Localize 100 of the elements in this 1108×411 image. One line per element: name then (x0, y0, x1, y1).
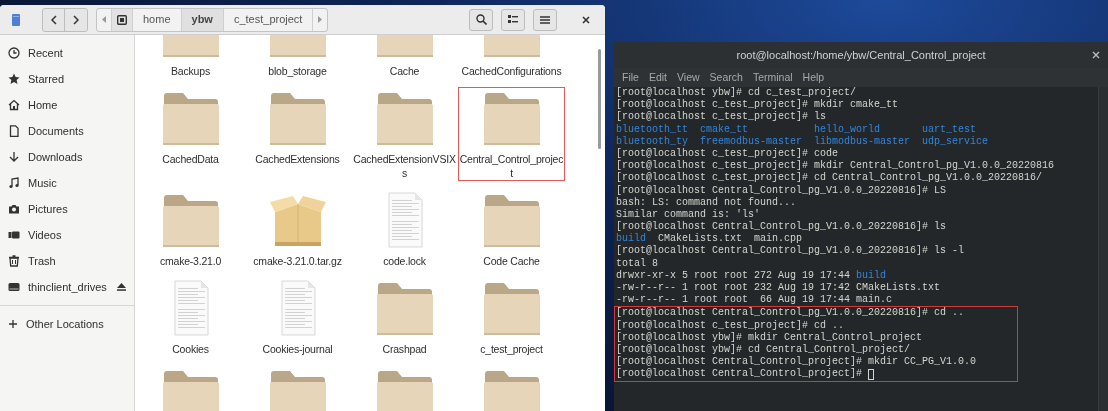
terminal-line: drwxr-xr-x 5 root root 272 Aug 19 17:44 build (616, 269, 888, 282)
menu-item[interactable]: File (617, 69, 644, 86)
caret-left-icon (102, 16, 106, 23)
sidebar-item[interactable]: Other Locations (0, 311, 104, 337)
menu-item[interactable]: Search (704, 69, 748, 86)
terminal-line: [root@localhost Central_Control_project]# mkdir CC_PG_V1.0.0 (616, 356, 978, 368)
view-toggle-button[interactable] (501, 8, 525, 31)
folder-icon (268, 368, 327, 411)
sidebar-item[interactable]: Downloads (0, 144, 134, 170)
terminal-line: bluetooth_tt cmake_tt hello_world uart_test (616, 123, 978, 136)
folder-item[interactable]: blob_storage (244, 35, 351, 79)
terminal-line: [root@localhost Central_Control_pg_V1.0.0_20220816]# ls (616, 221, 948, 233)
folder-icon (268, 90, 327, 146)
document-item[interactable]: code.lock (351, 189, 458, 269)
terminal-line: [root@localhost c_test_project]# code (616, 147, 840, 160)
folder-icon (482, 90, 541, 146)
menu-item[interactable]: Edit (643, 69, 672, 86)
plus-icon (8, 319, 18, 329)
terminal-line: [root@localhost c_test_project]# mkdir cmake_tt (616, 99, 900, 111)
terminal-line: [root@localhost Central_Control_pg_V1.0.0_20220816]# ls -l (616, 245, 966, 258)
menu-item[interactable]: Terminal (747, 69, 798, 86)
folder-item[interactable]: CachedData (137, 87, 244, 167)
terminal-line: [root@localhost c_test_project]# ls (616, 111, 828, 124)
terminal-line: [root@localhost Central_Control_project]# (616, 368, 1017, 381)
folder-icon (375, 90, 434, 146)
search-icon (475, 14, 487, 25)
folder-icon (482, 368, 541, 411)
music-note-icon (8, 177, 20, 189)
path-segment[interactable]: c_test_project (223, 8, 314, 31)
drive-button[interactable] (111, 8, 133, 31)
terminal-line: Similar command is: 'ls' (616, 208, 762, 221)
star-icon (8, 73, 20, 85)
document-item[interactable]: Cookies-journal (244, 277, 351, 357)
terminal-line: -rw-r--r-- 1 root root 66 Aug 19 17:44 main.c (616, 294, 894, 307)
camera-icon (8, 203, 20, 215)
sidebar-item[interactable]: Music (0, 170, 134, 196)
close-button[interactable] (1090, 49, 1102, 61)
drive-icon (117, 14, 127, 25)
close-icon (582, 15, 590, 24)
terminal-line: -rw-r--r-- 1 root root 232 Aug 19 17:42 CMakeLists.txt (616, 282, 942, 294)
menu-icon (540, 15, 550, 24)
folder-item[interactable]: cmake-3.21.0 (137, 189, 244, 269)
search-button[interactable] (469, 8, 493, 31)
folder-item[interactable]: Central_Control_project (458, 87, 565, 181)
path-segment[interactable]: home (133, 8, 182, 31)
window-title: root@localhost:/home/ybw/Central_Control_project (736, 47, 986, 63)
sidebar-item[interactable]: Recent (0, 40, 134, 66)
sidebar-item[interactable]: Starred (0, 66, 134, 92)
chevron-left-icon (50, 14, 57, 25)
clock-icon (8, 47, 20, 59)
caret-right-icon (318, 16, 323, 23)
close-icon (1092, 51, 1100, 59)
archive-item[interactable]: cmake-3.21.0.tar.gz (244, 189, 351, 269)
folder-icon (482, 192, 541, 248)
sidebar-item[interactable]: thinclient_drives (0, 274, 134, 300)
document-icon (8, 125, 20, 137)
folder-icon (375, 280, 434, 336)
path-segment[interactable]: ybw (181, 8, 224, 31)
file-icon (12, 13, 20, 26)
terminal-line: [root@localhost c_test_project]# cd .. (616, 319, 846, 332)
folder-item[interactable]: Backups (137, 35, 244, 79)
terminal-line: [root@localhost ybw]# mkdir Central_Control_project (616, 331, 924, 344)
terminal-line: [root@localhost c_test_project]# cd Central_Control_pg_V1.0.0_20220816/ (616, 172, 1044, 185)
folder-item[interactable]: c_test_project (458, 277, 565, 357)
download-arrow-icon (8, 151, 20, 163)
sidebar-item[interactable]: Trash (0, 248, 134, 274)
folder-item[interactable]: CachedExtensions (244, 87, 351, 167)
folder-item[interactable]: Crashpad (351, 277, 458, 357)
folder-icon (161, 90, 220, 146)
video-camera-icon (8, 229, 20, 241)
eject-icon[interactable] (117, 283, 126, 291)
menu-button[interactable] (533, 8, 557, 31)
text-cursor (868, 368, 875, 380)
sidebar-item[interactable]: Home (0, 92, 134, 118)
terminal-line: [root@localhost ybw]# cd Central_Control_project/ (616, 343, 912, 356)
home-icon (8, 99, 20, 111)
terminal-line: bluetooth_ty freemodbus-master libmodbus-master udp_service (616, 135, 990, 148)
folder-icon (375, 368, 434, 411)
menu-item[interactable]: View (672, 69, 705, 86)
chevron-right-icon (73, 14, 79, 25)
terminal-line: [root@localhost Central_Control_pg_V1.0.0_20220816]# LS (616, 184, 948, 197)
folder-icon (161, 368, 220, 411)
folder-item[interactable]: CachedExtensionVSIXs (351, 87, 458, 181)
folder-item[interactable]: Cache (351, 35, 458, 79)
terminal-line: [root@localhost ybw]# cd c_test_project/ (616, 87, 858, 99)
document-item[interactable]: Cookies (137, 277, 244, 357)
terminal-line: build CMakeLists.txt main.cpp (616, 233, 804, 245)
list-view-icon (508, 15, 518, 24)
trash-icon (8, 255, 20, 267)
sidebar-item[interactable]: Documents (0, 118, 134, 144)
folder-item[interactable]: CachedConfigurations (458, 35, 565, 79)
sidebar-item[interactable]: Videos (0, 222, 134, 248)
menu-item[interactable]: Help (797, 69, 830, 86)
terminal-line: [root@localhost c_test_project]# mkdir Central_Control_pg_V1.0.0_20220816 (616, 160, 1056, 172)
sidebar-item[interactable]: Pictures (0, 196, 134, 222)
folder-item[interactable]: Code Cache (458, 189, 565, 269)
drive-icon (8, 281, 20, 293)
folder-icon (482, 280, 541, 336)
folder-icon (161, 192, 220, 248)
terminal-line: [root@localhost Central_Control_pg_V1.0.0_20220816]# cd .. (616, 307, 966, 320)
